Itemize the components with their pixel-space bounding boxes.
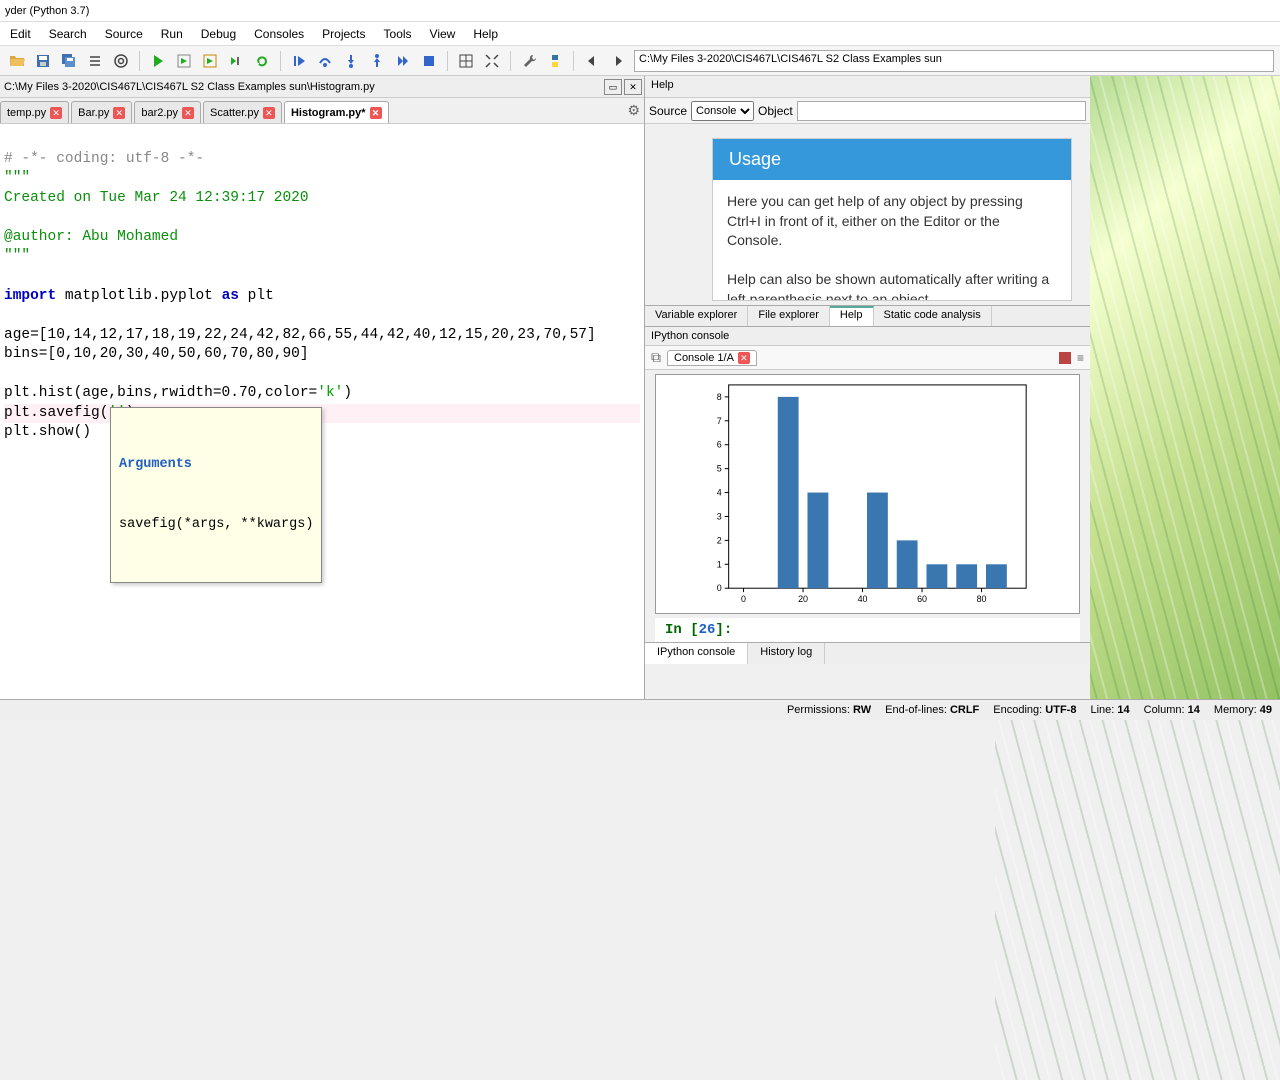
svg-text:4: 4	[717, 488, 722, 498]
run-cell-icon[interactable]	[172, 49, 196, 73]
svg-text:80: 80	[977, 594, 987, 604]
svg-text:0: 0	[717, 583, 722, 593]
calltip-popup: Arguments savefig(*args, **kwargs)	[110, 407, 322, 583]
debug-play-icon[interactable]	[287, 49, 311, 73]
tab-scatter[interactable]: Scatter.py✕	[203, 101, 282, 123]
menu-run[interactable]: Run	[153, 24, 191, 44]
close-icon[interactable]: ✕	[113, 107, 125, 119]
editor-filepath: C:\My Files 3-2020\CIS467L\CIS467L S2 Cl…	[4, 81, 604, 93]
layout-icon[interactable]	[454, 49, 478, 73]
step-out-icon[interactable]	[365, 49, 389, 73]
undock-icon[interactable]: ▭	[604, 79, 622, 95]
menu-consoles[interactable]: Consoles	[246, 24, 312, 44]
stop-icon[interactable]	[417, 49, 441, 73]
new-console-icon[interactable]: ⧉	[651, 349, 661, 366]
maximize-icon[interactable]	[480, 49, 504, 73]
tab-ipython[interactable]: IPython console	[645, 643, 748, 664]
working-dir-input[interactable]: C:\My Files 3-2020\CIS467L\CIS467L S2 Cl…	[634, 50, 1274, 72]
source-select[interactable]: Console	[691, 101, 754, 121]
svg-text:8: 8	[717, 392, 722, 402]
svg-text:7: 7	[717, 416, 722, 426]
menubar: Edit Search Source Run Debug Consoles Pr…	[0, 22, 1280, 46]
usage-header: Usage	[713, 139, 1071, 180]
editor-pane: C:\My Files 3-2020\CIS467L\CIS467L S2 Cl…	[0, 76, 645, 699]
svg-text:60: 60	[917, 594, 927, 604]
menu-help[interactable]: Help	[465, 24, 506, 44]
help-pane-title: Help	[645, 76, 1090, 98]
menu-projects[interactable]: Projects	[314, 24, 373, 44]
usage-panel: Usage Here you can get help of any objec…	[712, 138, 1072, 301]
right-pane: Help Source Console Object Usage Here yo…	[645, 76, 1090, 699]
tab-temp[interactable]: temp.py✕	[0, 101, 69, 123]
close-icon[interactable]: ✕	[370, 107, 382, 119]
at-icon[interactable]	[109, 49, 133, 73]
list-icon[interactable]	[83, 49, 107, 73]
console-menu-icon[interactable]: ≡	[1077, 351, 1084, 365]
svg-text:20: 20	[798, 594, 808, 604]
tab-bar2[interactable]: bar2.py✕	[134, 101, 201, 123]
continue-icon[interactable]	[391, 49, 415, 73]
close-pane-icon[interactable]: ✕	[624, 79, 642, 95]
step-into-icon[interactable]	[339, 49, 363, 73]
code-editor[interactable]: # -*- coding: utf-8 -*- """ Created on T…	[0, 124, 644, 699]
window-title: yder (Python 3.7)	[0, 0, 1280, 22]
rerun-icon[interactable]	[250, 49, 274, 73]
step-over-icon[interactable]	[313, 49, 337, 73]
run-icon[interactable]	[146, 49, 170, 73]
editor-tab-bar: temp.py✕ Bar.py✕ bar2.py✕ Scatter.py✕ Hi…	[0, 98, 644, 124]
svg-text:0: 0	[741, 594, 746, 604]
source-label: Source	[649, 104, 687, 118]
usage-text-2: Help can also be shown automatically aft…	[727, 270, 1057, 300]
inspector-tabs: Variable explorer File explorer Help Sta…	[645, 305, 1090, 327]
svg-text:1: 1	[717, 559, 722, 569]
menu-debug[interactable]: Debug	[193, 24, 244, 44]
status-bar: Permissions: RW End-of-lines: CRLF Encod…	[0, 699, 1280, 720]
menu-source[interactable]: Source	[97, 24, 151, 44]
object-input[interactable]	[797, 101, 1086, 121]
close-icon[interactable]: ✕	[263, 107, 275, 119]
tab-file-explorer[interactable]: File explorer	[748, 306, 830, 326]
console-prompt[interactable]: In [26]:	[655, 618, 1080, 642]
tab-bar[interactable]: Bar.py✕	[71, 101, 132, 123]
ipython-header: IPython console	[645, 327, 1090, 346]
main-toolbar: C:\My Files 3-2020\CIS467L\CIS467L S2 Cl…	[0, 46, 1280, 76]
menu-tools[interactable]: Tools	[376, 24, 420, 44]
menu-view[interactable]: View	[422, 24, 464, 44]
gear-icon[interactable]: ⚙	[627, 102, 640, 119]
python-icon[interactable]	[543, 49, 567, 73]
run-selection-icon[interactable]	[224, 49, 248, 73]
forward-icon[interactable]	[606, 49, 630, 73]
svg-text:40: 40	[858, 594, 868, 604]
svg-text:2: 2	[717, 535, 722, 545]
close-icon[interactable]: ✕	[50, 107, 62, 119]
console-bottom-tabs: IPython console History log	[645, 642, 1090, 664]
object-label: Object	[758, 104, 793, 118]
usage-text-1: Here you can get help of any object by p…	[727, 192, 1057, 251]
histogram-plot: 012345678020406080	[655, 374, 1080, 614]
tab-var-explorer[interactable]: Variable explorer	[645, 306, 748, 326]
close-icon[interactable]: ✕	[182, 107, 194, 119]
saveall-icon[interactable]	[57, 49, 81, 73]
svg-text:5: 5	[717, 464, 722, 474]
svg-text:6: 6	[717, 440, 722, 450]
close-icon[interactable]: ✕	[738, 352, 750, 364]
svg-text:3: 3	[717, 511, 722, 521]
tab-help[interactable]: Help	[830, 306, 874, 326]
back-icon[interactable]	[580, 49, 604, 73]
tab-static-analysis[interactable]: Static code analysis	[874, 306, 992, 326]
console-stop-icon[interactable]	[1059, 352, 1071, 364]
console-tab[interactable]: Console 1/A✕	[667, 350, 757, 366]
open-icon[interactable]	[5, 49, 29, 73]
menu-search[interactable]: Search	[41, 24, 95, 44]
tab-history[interactable]: History log	[748, 643, 825, 664]
menu-edit[interactable]: Edit	[2, 24, 39, 44]
run-cell-advance-icon[interactable]	[198, 49, 222, 73]
tab-histogram[interactable]: Histogram.py*✕	[284, 101, 389, 123]
save-icon[interactable]	[31, 49, 55, 73]
wrench-icon[interactable]	[517, 49, 541, 73]
